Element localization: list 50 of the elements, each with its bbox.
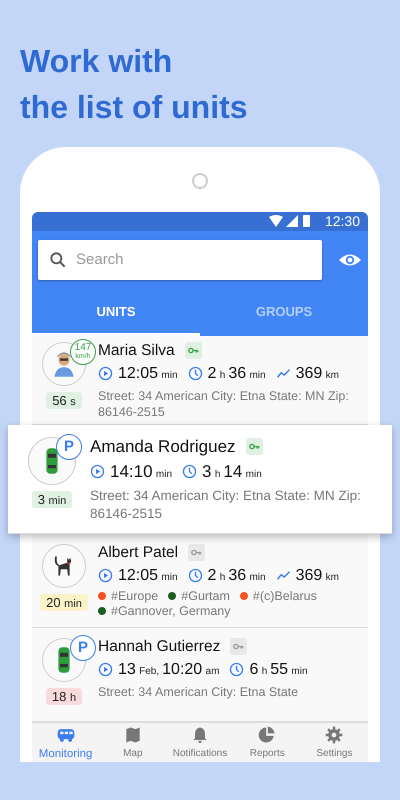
unit-card[interactable]: P 3 min Amanda Rodriguez 14:10 min 3 h 14 min Street: 34 American City: Etna State: MN Zip: 86146-2515 [8, 424, 392, 534]
stat-value: 369 km [296, 566, 339, 585]
age-badge: 18 h [46, 688, 82, 705]
stat-value: 2 h 36 min [208, 364, 266, 383]
address-text: Street: 34 American City: Etna State: MN Zip: 86146-2515 [90, 486, 362, 523]
tag-label: #(c)Belarus [252, 588, 317, 603]
clock-icon [188, 568, 203, 584]
parking-badge: P [70, 634, 96, 661]
stat-value: 6 h 55 min [249, 660, 308, 679]
stat-value: 369 km [296, 364, 339, 383]
pie-chart-icon [257, 725, 278, 746]
nav-item[interactable]: Monitoring [32, 722, 100, 762]
clock-icon [182, 464, 198, 480]
stat-value: 14:10 min [110, 462, 172, 482]
play-icon [90, 464, 105, 480]
headline: the list of units [20, 88, 249, 127]
tab[interactable]: GROUPS [200, 290, 368, 336]
search-field[interactable]: Search [38, 240, 322, 280]
play-icon [98, 568, 113, 584]
age-badge: 56 s [46, 392, 82, 409]
age-badge: 3 min [32, 490, 72, 508]
nav-item[interactable]: Map [99, 722, 166, 762]
stat-value: 12:05 min [118, 566, 178, 585]
status-time: 12:30 [324, 213, 360, 230]
unit-name: Maria Silva [98, 342, 175, 360]
unit-name: Amanda Rodriguez [90, 436, 236, 457]
clock-icon [229, 662, 244, 678]
unit-name: Hannah Gutierrez [98, 638, 220, 656]
stat-value: 13 Feb, 10:20 am [118, 660, 220, 679]
age-badge: 20 min [40, 594, 88, 611]
clock-icon [188, 366, 203, 382]
stat-value: 3 h 14 min [202, 462, 262, 482]
speaker-icon [192, 173, 208, 189]
address-text: Street: 34 American City: Etna State: MN Zip: 86146-2515 [98, 388, 350, 420]
tag-label: #Gurtam [181, 588, 230, 603]
parking-badge: P [56, 434, 82, 460]
address-text: Street: 34 American City: Etna State [98, 684, 300, 700]
play-icon [98, 662, 113, 678]
stat-value: 2 h 36 min [208, 566, 266, 585]
headline: Work with [20, 42, 174, 81]
stat-value: 12:05 min [118, 364, 178, 383]
unit-name: Albert Patel [98, 544, 178, 562]
tag-label: #Gannover, Germany [111, 604, 231, 618]
nav-item[interactable]: Reports [234, 722, 301, 762]
tag-label: #Europe [111, 588, 158, 603]
play-icon [98, 366, 113, 382]
settings-icon [324, 725, 344, 746]
search-icon [48, 250, 68, 270]
nav-item[interactable]: Notifications [166, 722, 234, 762]
nav-item[interactable]: Settings [300, 722, 368, 762]
